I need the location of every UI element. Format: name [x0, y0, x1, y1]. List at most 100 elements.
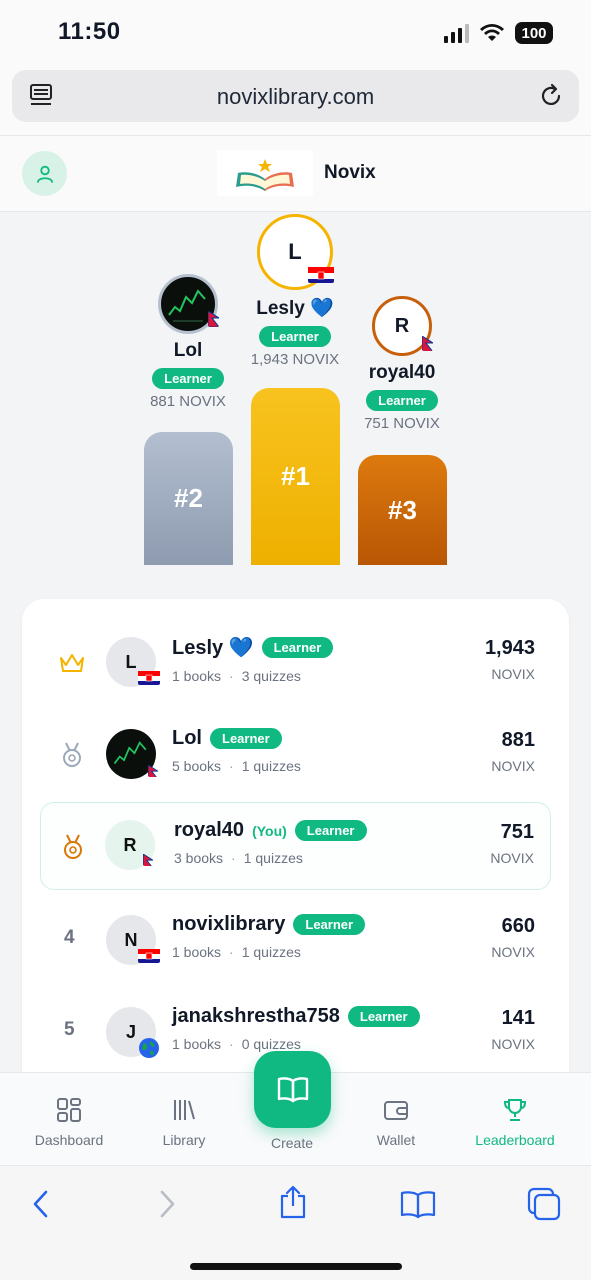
avatar: N: [106, 915, 160, 965]
open-book-icon: [277, 1076, 308, 1102]
create-button[interactable]: [254, 1051, 331, 1128]
user-name: janakshrestha758: [172, 1005, 340, 1027]
leaderboard-row[interactable]: L Lesly 💙 Learner 1 books · 3 quizzes 1,94…: [22, 619, 569, 705]
bookmarks-icon[interactable]: [400, 1190, 436, 1220]
nav-wallet[interactable]: Wallet: [346, 1097, 446, 1148]
points-value: 141: [501, 1007, 535, 1029]
points-unit: NOVIX: [491, 1036, 535, 1052]
address-bar[interactable]: novixlibrary.com: [12, 70, 579, 122]
podium-second[interactable]: Lol Learner 881 NOVIX: [128, 274, 248, 410]
status-time: 11:50: [58, 18, 121, 45]
avatar-initial: J: [125, 1021, 136, 1042]
status-bar: 11:50 100: [0, 0, 591, 66]
back-icon[interactable]: [30, 1188, 52, 1220]
avatar: [106, 729, 158, 779]
avatar: R: [105, 820, 155, 870]
podium-badge-first: Learner: [259, 326, 331, 347]
profile-button[interactable]: [22, 151, 67, 196]
avatar-initial: N: [124, 929, 138, 950]
points-value: 881: [501, 729, 535, 751]
points-value: 751: [500, 821, 534, 843]
bronze-medal-icon: [64, 834, 82, 859]
podium-badge-third: Learner: [366, 390, 438, 411]
points-unit: NOVIX: [491, 666, 535, 682]
nepal-flag-icon: [148, 763, 158, 777]
leaderboard-row[interactable]: 4 N novixlibrary Learner 1 books · 1 quizz…: [22, 897, 569, 983]
nepal-flag-icon: [208, 311, 219, 327]
books-count: 3 books: [174, 850, 224, 866]
books-count: 1 books: [172, 1036, 222, 1052]
user-stats: 3 books · 1 quizzes: [174, 850, 303, 866]
status-icons: 100: [444, 22, 553, 44]
tabs-icon[interactable]: [526, 1186, 562, 1222]
signal-icon: [444, 23, 469, 43]
books-count: 5 books: [172, 758, 222, 774]
nepal-flag-icon: [422, 335, 433, 351]
forward-icon[interactable]: [156, 1188, 178, 1220]
row-info: royal40 (You) Learner 3 books · 1 quizzes: [174, 819, 367, 866]
browser-toolbar: [0, 1165, 591, 1280]
share-icon[interactable]: [278, 1184, 308, 1220]
crown-icon: [60, 654, 84, 672]
row-points: 1,943 NOVIX: [485, 637, 535, 682]
url-text[interactable]: novixlibrary.com: [12, 84, 579, 110]
row-info: janakshrestha758 Learner 1 books · 0 quizz…: [172, 1005, 420, 1052]
points-unit: NOVIX: [490, 850, 534, 866]
points-unit: NOVIX: [491, 758, 535, 774]
podium-rank-third: #3: [388, 494, 417, 525]
podium-avatar-second: [158, 274, 219, 334]
nav-create-label: Create: [270, 1135, 314, 1151]
croatia-flag-icon: [138, 670, 160, 685]
nav-leaderboard-label: Leaderboard: [475, 1132, 555, 1148]
nav-leaderboard[interactable]: Leaderboard: [465, 1097, 565, 1148]
nav-library[interactable]: Library: [134, 1097, 234, 1148]
row-info: Lol Learner 5 books · 1 quizzes: [172, 727, 301, 774]
podium-badge-second: Learner: [152, 368, 224, 389]
points-unit: NOVIX: [491, 944, 535, 960]
points-value: 660: [501, 915, 535, 937]
globe-icon: [138, 1037, 160, 1059]
podium-rank-second: #2: [174, 483, 203, 513]
dashboard-icon: [57, 1098, 81, 1122]
user-stats: 1 books · 3 quizzes: [172, 668, 301, 684]
row-info: Lesly 💙 Learner 1 books · 3 quizzes: [172, 635, 334, 684]
books-count: 1 books: [172, 944, 222, 960]
user-name: Lesly 💙: [172, 637, 254, 659]
leaderboard-card: L Lesly 💙 Learner 1 books · 3 quizzes 1,94…: [22, 599, 569, 1119]
podium-bar-first: #1: [251, 388, 340, 565]
user-name: novixlibrary: [172, 913, 286, 935]
brand-name: Novix: [324, 162, 376, 183]
podium-bar-third: #3: [358, 455, 447, 565]
podium-rank-first: #1: [281, 461, 310, 491]
podium-third[interactable]: R royal40 Learner 751 NOVIX: [342, 296, 462, 432]
books-count: 1 books: [172, 668, 222, 684]
nav-wallet-label: Wallet: [376, 1132, 416, 1148]
quizzes-count: 0 quizzes: [241, 1036, 301, 1052]
browser-address-area: novixlibrary.com: [0, 66, 591, 136]
nav-dashboard[interactable]: Dashboard: [19, 1097, 119, 1148]
podium: Lol Learner 881 NOVIX #2 L Lesly 💙 Learn…: [0, 212, 591, 592]
leaderboard-row-current-user[interactable]: R royal40 (You) Learner 3 books · 1 quizze…: [40, 802, 551, 890]
wallet-icon: [384, 1101, 408, 1120]
leaderboard-row[interactable]: Lol Learner 5 books · 1 quizzes 881 NOVIX: [22, 711, 569, 797]
reload-icon[interactable]: [537, 82, 565, 110]
stock-chart-avatar-icon: [168, 289, 206, 322]
brand-logo[interactable]: [217, 150, 313, 196]
avatar-initial: L: [125, 651, 137, 672]
open-book-logo-icon: [236, 159, 294, 191]
role-badge: Learner: [210, 728, 282, 749]
user-stats: 1 books · 1 quizzes: [172, 944, 301, 960]
points-value: 1,943: [484, 637, 535, 659]
home-indicator: [190, 1263, 402, 1270]
battery-indicator: 100: [515, 22, 553, 44]
row-points: 660 NOVIX: [491, 915, 535, 960]
user-stats: 5 books · 1 quizzes: [172, 758, 301, 774]
row-info: novixlibrary Learner 1 books · 1 quizzes: [172, 913, 366, 960]
avatar: L: [106, 637, 160, 687]
row-points: 881 NOVIX: [491, 729, 535, 774]
row-points: 751 NOVIX: [490, 821, 534, 866]
podium-name-second: Lol: [173, 340, 203, 361]
user-icon: [36, 165, 53, 183]
podium-first[interactable]: L Lesly 💙 Learner 1,943 NOVIX: [235, 214, 355, 368]
quizzes-count: 1 quizzes: [241, 758, 301, 774]
